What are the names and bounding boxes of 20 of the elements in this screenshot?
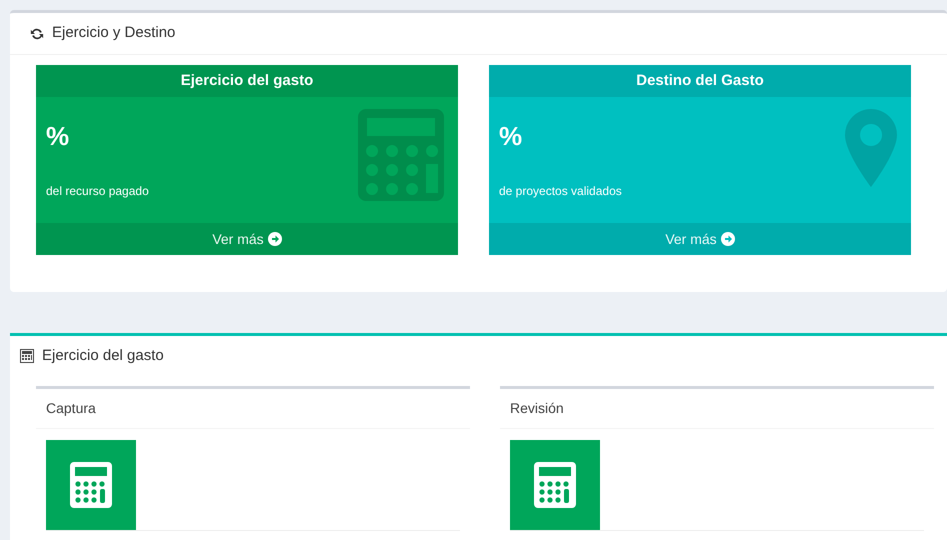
stat-value: % — [499, 120, 524, 153]
calculator-icon — [20, 349, 34, 363]
more-link[interactable]: Ver más — [36, 223, 458, 255]
panel-title: Ejercicio del gasto — [42, 346, 164, 366]
location-pin-icon — [845, 109, 897, 187]
calculator-icon — [358, 109, 444, 201]
stat-value: % — [46, 120, 70, 153]
arrow-circle-icon — [268, 232, 282, 246]
box-title: Revisión — [510, 399, 564, 418]
panel-title: Ejercicio y Destino — [52, 23, 176, 44]
card-title: Destino del Gasto — [636, 70, 764, 91]
box-title: Captura — [46, 399, 96, 418]
arrow-circle-icon — [720, 232, 735, 246]
calculator-icon — [70, 462, 112, 508]
more-link[interactable]: Ver más — [489, 223, 911, 255]
card-title: Ejercicio del gasto — [180, 70, 314, 91]
refresh-icon — [30, 26, 44, 40]
stat-caption: del recurso pagado — [46, 183, 150, 200]
calculator-icon — [534, 462, 576, 508]
stat-caption: de proyectos validados — [499, 183, 623, 200]
